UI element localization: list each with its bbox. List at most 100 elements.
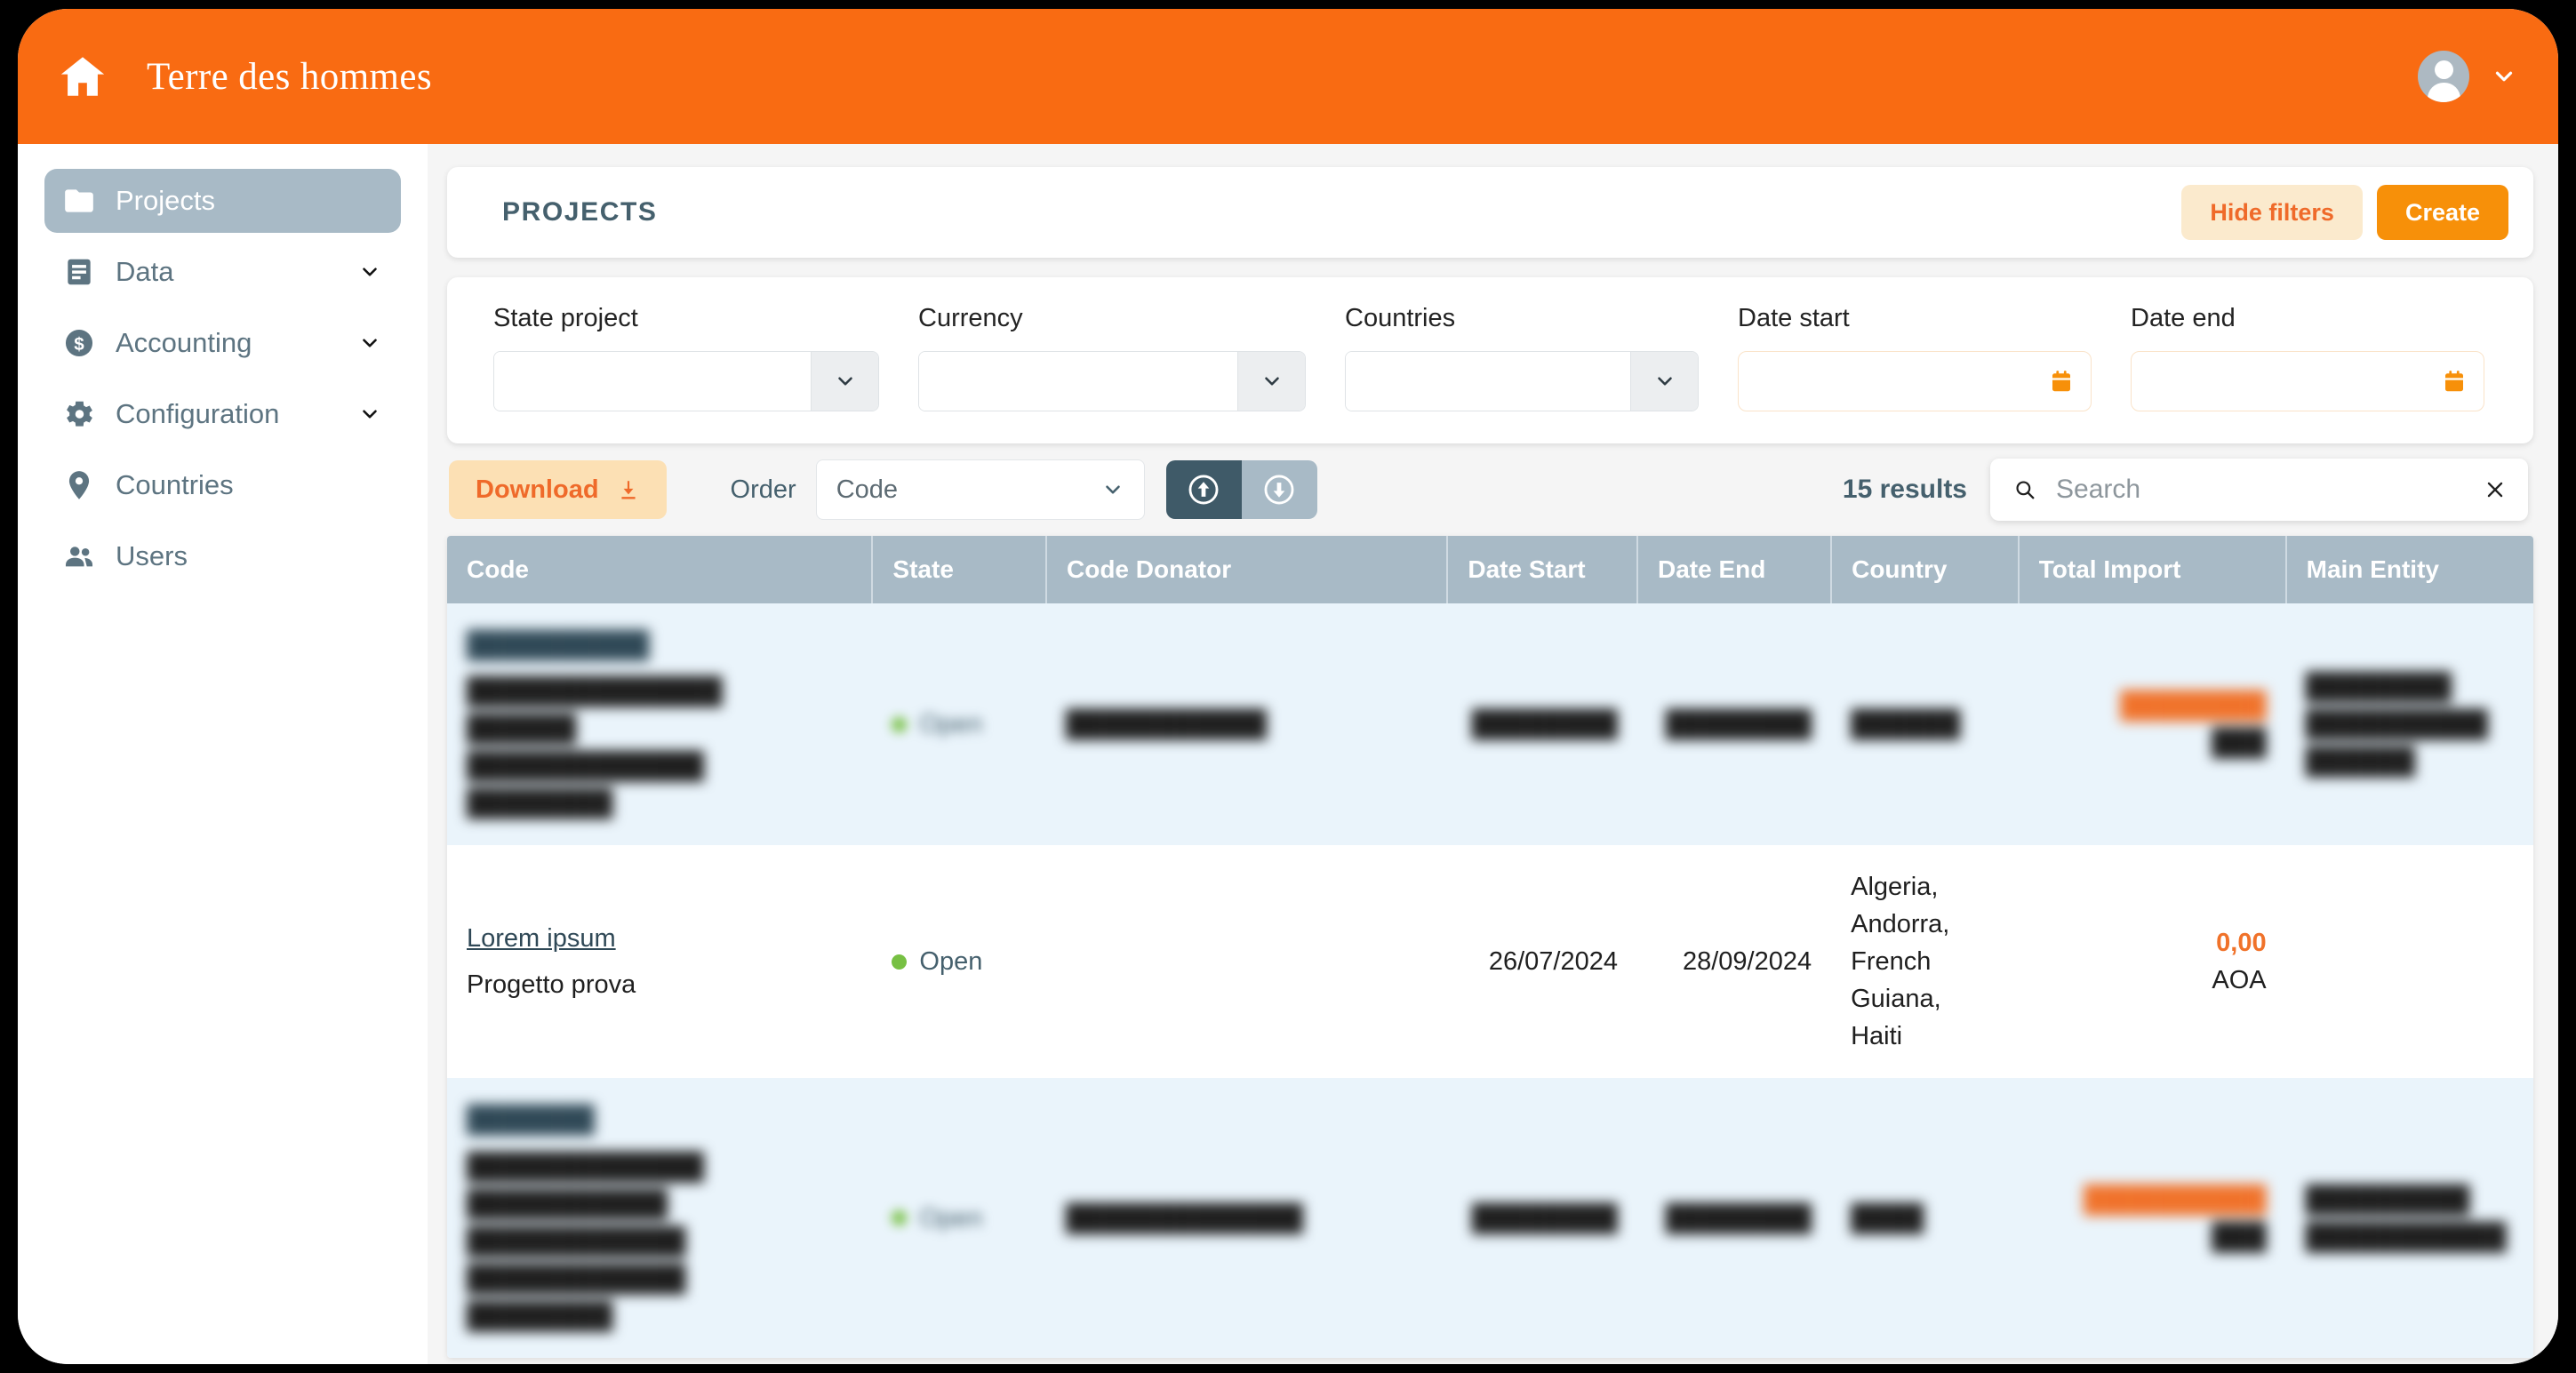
cell-date-end: ████████ — [1637, 1078, 1831, 1357]
table-toolbar: Download Order Code — [447, 443, 2533, 536]
sidebar-item-accounting[interactable]: $ Accounting — [44, 311, 401, 375]
app-window: Terre des hommes Projects — [18, 9, 2558, 1364]
download-icon — [617, 477, 640, 502]
search-box[interactable] — [1990, 459, 2528, 521]
close-icon[interactable] — [2484, 478, 2507, 501]
column-header-main-entity[interactable]: Main Entity — [2286, 536, 2533, 603]
cell-state: Open — [872, 603, 1046, 845]
chevron-down-icon — [834, 370, 857, 393]
countries-value[interactable] — [1346, 352, 1630, 411]
state-project-value[interactable] — [494, 352, 811, 411]
date-start-input[interactable] — [1738, 351, 2092, 411]
table-row[interactable]: ███████ █████████████ ██████████████████… — [447, 1078, 2533, 1357]
sidebar-item-label: Accounting — [116, 327, 252, 359]
filters-panel: State project Currency — [447, 277, 2533, 443]
chevron-down-icon[interactable] — [358, 331, 381, 355]
filter-currency: Currency — [918, 304, 1306, 411]
column-header-state[interactable]: State — [872, 536, 1046, 603]
currency-toggle[interactable] — [1237, 352, 1305, 411]
project-code-link[interactable]: Lorem ipsum — [467, 920, 616, 957]
sidebar-item-data[interactable]: Data — [44, 240, 401, 304]
cell-code[interactable]: ███████ █████████████ ██████████████████… — [447, 1078, 872, 1357]
table-row[interactable]: Lorem ipsum Progetto prova Open 26/07/2 — [447, 845, 2533, 1078]
redacted-content: ████████████████████ — [2306, 1185, 2507, 1251]
cell-state: Open — [872, 1078, 1046, 1357]
filter-label: Date end — [2131, 304, 2484, 333]
search-input[interactable] — [2056, 475, 2484, 505]
sidebar-item-configuration[interactable]: Configuration — [44, 382, 401, 446]
sidebar-item-label: Countries — [116, 469, 234, 501]
create-button[interactable]: Create — [2377, 185, 2508, 240]
countries-select[interactable] — [1345, 351, 1699, 411]
column-header-date-start[interactable]: Date Start — [1447, 536, 1637, 603]
sort-ascending-button[interactable] — [1166, 460, 1242, 519]
sort-direction-group — [1166, 460, 1317, 519]
projects-table-card: Code State Code Donator Date Start Date … — [447, 536, 2533, 1358]
column-header-country[interactable]: Country — [1831, 536, 2019, 603]
calendar-icon[interactable] — [2048, 368, 2075, 395]
sidebar-item-countries[interactable]: Countries — [44, 453, 401, 517]
column-header-total-import[interactable]: Total Import — [2019, 536, 2286, 603]
header-user-menu[interactable] — [2418, 51, 2517, 102]
chevron-down-icon[interactable] — [358, 403, 381, 426]
cell-code[interactable]: ██████████ ██████████████ ██████████████… — [447, 603, 872, 845]
cell-code[interactable]: Lorem ipsum Progetto prova — [447, 845, 872, 1078]
redacted-content: ████████ — [1472, 1204, 1618, 1233]
document-icon — [62, 255, 96, 289]
sidebar-item-projects[interactable]: Projects — [44, 169, 401, 233]
cell-total-import: 0,00 AOA — [2019, 845, 2286, 1078]
countries-toggle[interactable] — [1630, 352, 1698, 411]
total-import-currency: AOA — [2038, 962, 2267, 999]
sidebar-item-label: Configuration — [116, 398, 279, 430]
redacted-content: ████████ — [1666, 1204, 1812, 1233]
chevron-down-icon[interactable] — [358, 260, 381, 283]
cell-date-end: ████████ — [1637, 603, 1831, 845]
status-badge: Open — [892, 706, 1027, 743]
cell-code-donator: ███████████ — [1046, 603, 1447, 845]
cell-main-entity: ████████████████████ — [2286, 1078, 2533, 1357]
hide-filters-button[interactable]: Hide filters — [2181, 185, 2363, 240]
cell-country: Algeria, Andorra, French Guiana, Haiti — [1831, 845, 2019, 1078]
chevron-down-icon[interactable] — [2491, 63, 2517, 90]
page-title: PROJECTS — [502, 197, 658, 228]
date-end-input[interactable] — [2131, 351, 2484, 411]
column-header-code[interactable]: Code — [447, 536, 872, 603]
status-badge: Open — [892, 943, 1027, 980]
cell-date-start: 26/07/2024 — [1447, 845, 1637, 1078]
user-avatar-icon[interactable] — [2418, 51, 2469, 102]
table-row[interactable]: ██████████ ██████████████ ██████████████… — [447, 603, 2533, 845]
people-icon — [62, 539, 96, 573]
table-body: ██████████ ██████████████ ██████████████… — [447, 603, 2533, 1358]
cell-main-entity: ████████████████████████ — [2286, 603, 2533, 845]
redacted-content: ████████ ███ — [2038, 687, 2267, 762]
download-button[interactable]: Download — [449, 460, 667, 519]
status-dot-icon — [892, 1210, 907, 1225]
currency-select[interactable] — [918, 351, 1306, 411]
pagination: 1 — [447, 1358, 2533, 1364]
gear-icon — [62, 397, 96, 431]
column-header-date-end[interactable]: Date End — [1637, 536, 1831, 603]
column-header-code-donator[interactable]: Code Donator — [1046, 536, 1447, 603]
cell-date-end: 28/09/2024 — [1637, 845, 1831, 1078]
cell-code-donator: █████████████ — [1046, 1078, 1447, 1357]
currency-value[interactable] — [919, 352, 1237, 411]
sidebar-item-label: Data — [116, 256, 173, 288]
state-project-toggle[interactable] — [811, 352, 878, 411]
total-import-amount: 0,00 — [2038, 924, 2267, 962]
sidebar-item-users[interactable]: Users — [44, 524, 401, 588]
filter-label: Date start — [1738, 304, 2092, 333]
cell-total-import: ██████████ ███ — [2019, 1078, 2286, 1357]
home-icon[interactable] — [57, 51, 108, 102]
cell-country: ████ — [1831, 1078, 2019, 1357]
cell-total-import: ████████ ███ — [2019, 603, 2286, 845]
filter-countries: Countries — [1345, 304, 1699, 411]
redacted-content: ████████ — [1472, 710, 1618, 738]
status-badge: Open — [892, 1200, 1027, 1237]
sort-descending-button[interactable] — [1242, 460, 1317, 519]
order-select-value: Code — [836, 475, 898, 505]
order-select[interactable]: Code — [816, 459, 1145, 520]
status-dot-icon — [892, 717, 907, 732]
state-project-select[interactable] — [493, 351, 879, 411]
cell-date-start: ████████ — [1447, 1078, 1637, 1357]
calendar-icon[interactable] — [2441, 368, 2468, 395]
